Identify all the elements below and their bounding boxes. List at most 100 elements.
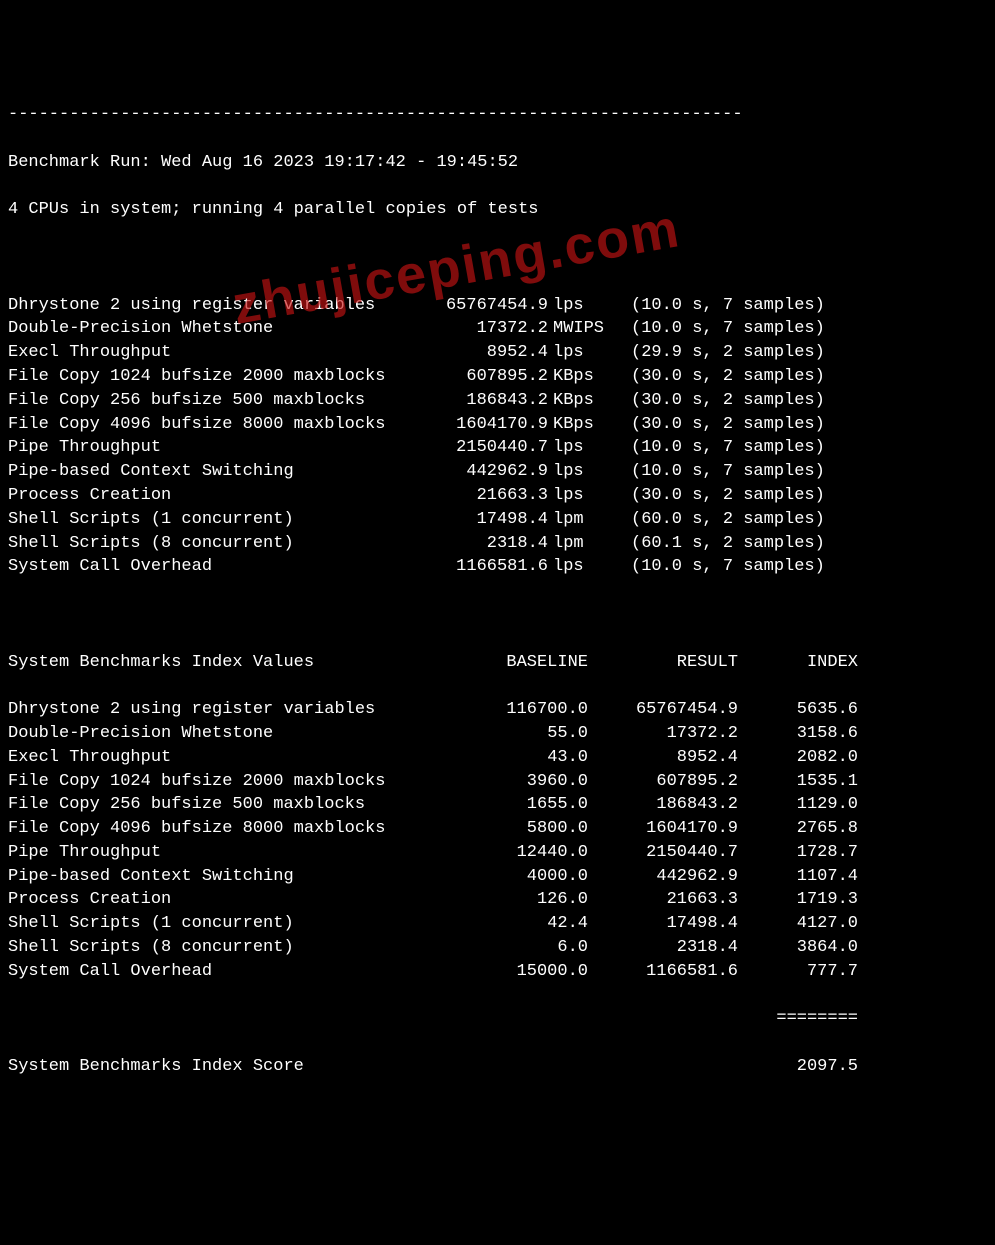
test-row: Double-Precision Whetstone17372.2MWIPS(1… xyxy=(8,317,987,341)
index-result: 1604170.9 xyxy=(588,817,738,841)
index-index: 1535.1 xyxy=(738,770,858,794)
index-row: System Call Overhead15000.01166581.6777.… xyxy=(8,960,987,984)
test-row: File Copy 4096 bufsize 8000 maxblocks160… xyxy=(8,413,987,437)
index-baseline: 55.0 xyxy=(418,722,588,746)
test-unit: lpm xyxy=(548,508,613,532)
test-meta: (60.0 s, 2 samples) xyxy=(613,508,825,532)
index-baseline: 15000.0 xyxy=(418,960,588,984)
index-result: 442962.9 xyxy=(588,865,738,889)
index-baseline: 126.0 xyxy=(418,888,588,912)
index-result: 21663.3 xyxy=(588,888,738,912)
test-meta: (30.0 s, 2 samples) xyxy=(613,484,825,508)
test-row: System Call Overhead1166581.6lps(10.0 s,… xyxy=(8,555,987,579)
test-value: 1604170.9 xyxy=(418,413,548,437)
test-row: Shell Scripts (1 concurrent)17498.4lpm(6… xyxy=(8,508,987,532)
test-name: Pipe Throughput xyxy=(8,436,418,460)
index-index: 1129.0 xyxy=(738,793,858,817)
index-baseline: 43.0 xyxy=(418,746,588,770)
index-header-result: RESULT xyxy=(588,651,738,675)
index-row: Shell Scripts (1 concurrent)42.417498.44… xyxy=(8,912,987,936)
test-value: 607895.2 xyxy=(418,365,548,389)
index-row: Double-Precision Whetstone55.017372.2315… xyxy=(8,722,987,746)
index-name: Pipe Throughput xyxy=(8,841,418,865)
test-meta: (10.0 s, 7 samples) xyxy=(613,555,825,579)
test-name: File Copy 256 bufsize 500 maxblocks xyxy=(8,389,418,413)
index-header-row: System Benchmarks Index Values BASELINE … xyxy=(8,651,987,675)
index-index: 1728.7 xyxy=(738,841,858,865)
test-value: 2150440.7 xyxy=(418,436,548,460)
index-result: 2318.4 xyxy=(588,936,738,960)
test-unit: KBps xyxy=(548,413,613,437)
index-header-title: System Benchmarks Index Values xyxy=(8,651,418,675)
test-row: Shell Scripts (8 concurrent)2318.4lpm(60… xyxy=(8,532,987,556)
test-unit: lps xyxy=(548,484,613,508)
tests-block: Dhrystone 2 using register variables6576… xyxy=(8,294,987,580)
test-row: Execl Throughput8952.4lps(29.9 s, 2 samp… xyxy=(8,341,987,365)
test-meta: (10.0 s, 7 samples) xyxy=(613,460,825,484)
index-index: 1107.4 xyxy=(738,865,858,889)
test-value: 17372.2 xyxy=(418,317,548,341)
test-name: Dhrystone 2 using register variables xyxy=(8,294,418,318)
index-result: 65767454.9 xyxy=(588,698,738,722)
test-meta: (10.0 s, 7 samples) xyxy=(613,317,825,341)
test-meta: (30.0 s, 2 samples) xyxy=(613,365,825,389)
test-row: Pipe Throughput2150440.7lps(10.0 s, 7 sa… xyxy=(8,436,987,460)
test-value: 21663.3 xyxy=(418,484,548,508)
test-meta: (30.0 s, 2 samples) xyxy=(613,389,825,413)
test-value: 186843.2 xyxy=(418,389,548,413)
index-index: 5635.6 xyxy=(738,698,858,722)
index-name: Execl Throughput xyxy=(8,746,418,770)
index-index: 1719.3 xyxy=(738,888,858,912)
index-name: File Copy 1024 bufsize 2000 maxblocks xyxy=(8,770,418,794)
index-result: 17498.4 xyxy=(588,912,738,936)
index-baseline: 42.4 xyxy=(418,912,588,936)
test-unit: lps xyxy=(548,341,613,365)
index-result: 8952.4 xyxy=(588,746,738,770)
index-index: 3158.6 xyxy=(738,722,858,746)
test-unit: lps xyxy=(548,555,613,579)
index-name: Shell Scripts (8 concurrent) xyxy=(8,936,418,960)
test-row: File Copy 256 bufsize 500 maxblocks18684… xyxy=(8,389,987,413)
index-block: Dhrystone 2 using register variables1167… xyxy=(8,698,987,984)
index-name: Pipe-based Context Switching xyxy=(8,865,418,889)
test-unit: lpm xyxy=(548,532,613,556)
test-row: Pipe-based Context Switching442962.9lps(… xyxy=(8,460,987,484)
index-name: Process Creation xyxy=(8,888,418,912)
index-result: 2150440.7 xyxy=(588,841,738,865)
eq-line: ======== xyxy=(8,1007,987,1031)
score-label: System Benchmarks Index Score xyxy=(8,1055,418,1079)
score-value: 2097.5 xyxy=(738,1055,858,1079)
index-name: File Copy 256 bufsize 500 maxblocks xyxy=(8,793,418,817)
test-name: Double-Precision Whetstone xyxy=(8,317,418,341)
index-row: Dhrystone 2 using register variables1167… xyxy=(8,698,987,722)
test-row: Dhrystone 2 using register variables6576… xyxy=(8,294,987,318)
blank-line xyxy=(8,246,987,270)
test-meta: (30.0 s, 2 samples) xyxy=(613,413,825,437)
index-index: 2765.8 xyxy=(738,817,858,841)
test-value: 2318.4 xyxy=(418,532,548,556)
test-name: Process Creation xyxy=(8,484,418,508)
test-unit: lps xyxy=(548,436,613,460)
index-baseline: 6.0 xyxy=(418,936,588,960)
test-value: 442962.9 xyxy=(418,460,548,484)
index-name: Double-Precision Whetstone xyxy=(8,722,418,746)
index-row: Shell Scripts (8 concurrent)6.02318.4386… xyxy=(8,936,987,960)
test-unit: KBps xyxy=(548,365,613,389)
test-name: Shell Scripts (8 concurrent) xyxy=(8,532,418,556)
test-unit: KBps xyxy=(548,389,613,413)
test-value: 8952.4 xyxy=(418,341,548,365)
index-name: System Call Overhead xyxy=(8,960,418,984)
index-row: File Copy 256 bufsize 500 maxblocks1655.… xyxy=(8,793,987,817)
index-result: 607895.2 xyxy=(588,770,738,794)
test-name: File Copy 4096 bufsize 8000 maxblocks xyxy=(8,413,418,437)
run-line: Benchmark Run: Wed Aug 16 2023 19:17:42 … xyxy=(8,151,987,175)
index-row: File Copy 1024 bufsize 2000 maxblocks396… xyxy=(8,770,987,794)
index-baseline: 5800.0 xyxy=(418,817,588,841)
index-result: 17372.2 xyxy=(588,722,738,746)
blank-line xyxy=(8,603,987,627)
test-unit: MWIPS xyxy=(548,317,613,341)
test-value: 17498.4 xyxy=(418,508,548,532)
index-baseline: 116700.0 xyxy=(418,698,588,722)
index-index: 2082.0 xyxy=(738,746,858,770)
test-row: File Copy 1024 bufsize 2000 maxblocks607… xyxy=(8,365,987,389)
